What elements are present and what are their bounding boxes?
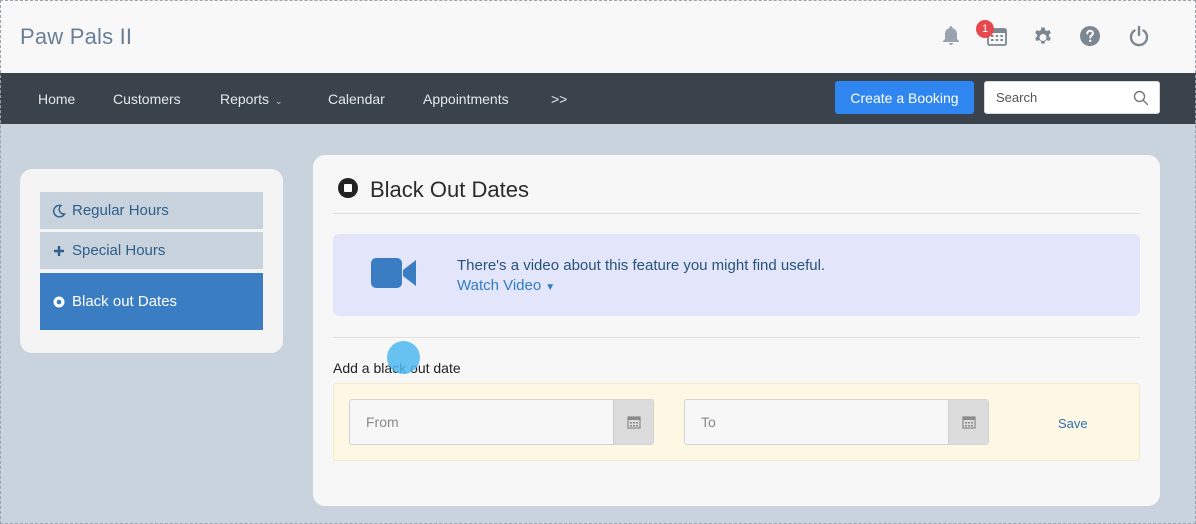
top-header: Paw Pals II 1 [0,0,1196,73]
blackout-date-form: Save [333,383,1140,461]
plus-icon [54,246,64,256]
bell-icon[interactable] [939,24,963,48]
divider [333,337,1140,338]
moon-icon [53,204,66,218]
cursor-indicator [387,341,420,374]
search-box [984,81,1160,114]
nav-more[interactable]: >> [551,91,567,107]
nav-calendar[interactable]: Calendar [328,91,385,107]
sidebar-item-label: Special Hours [72,242,166,259]
nav-home[interactable]: Home [38,91,75,107]
nav-reports-label: Reports [220,91,270,107]
sidebar-item-black-out-dates[interactable]: Black out Dates [40,273,263,330]
watch-video-label: Watch Video [457,277,542,294]
nav-reports[interactable]: Reports ⌄ [220,91,283,107]
gear-icon[interactable] [1031,24,1055,48]
circle-dot-icon [53,296,65,308]
video-camera-icon [371,258,416,288]
sidebar-item-regular-hours[interactable]: Regular Hours [40,192,263,229]
calendar-icon [962,416,976,429]
sidebar-item-special-hours[interactable]: Special Hours [40,232,263,269]
power-icon[interactable] [1127,24,1151,48]
stop-circle-icon [338,178,358,198]
app-title[interactable]: Paw Pals II [20,24,132,50]
calendar-icon [627,416,641,429]
page-title: Black Out Dates [370,177,529,202]
to-date-field [684,399,989,445]
chevron-down-icon: ⌄ [275,96,283,106]
to-date-input[interactable] [685,400,945,444]
from-date-field [349,399,654,445]
video-notice: There's a video about this feature you m… [333,234,1140,316]
main-panel: Black Out Dates There's a video about th… [313,155,1160,506]
to-calendar-button[interactable] [948,400,988,444]
search-icon[interactable] [1133,90,1149,106]
help-icon[interactable] [1078,24,1102,48]
from-date-input[interactable] [350,400,610,444]
nav-customers[interactable]: Customers [113,91,181,107]
create-booking-button[interactable]: Create a Booking [835,81,974,114]
watch-video-link[interactable]: Watch Video ▼ [457,277,555,294]
divider [333,213,1140,214]
sidebar-item-label: Regular Hours [72,202,169,219]
save-button[interactable]: Save [1058,416,1088,431]
video-notice-text: There's a video about this feature you m… [457,257,826,274]
notification-badge: 1 [976,20,994,38]
settings-sidebar: Regular Hours Special Hours Black out Da… [20,169,283,353]
sidebar-item-label: Black out Dates [72,293,178,310]
search-input[interactable] [985,82,1125,113]
from-calendar-button[interactable] [613,400,653,444]
caret-down-icon: ▼ [545,282,556,293]
nav-appointments[interactable]: Appointments [423,91,509,107]
